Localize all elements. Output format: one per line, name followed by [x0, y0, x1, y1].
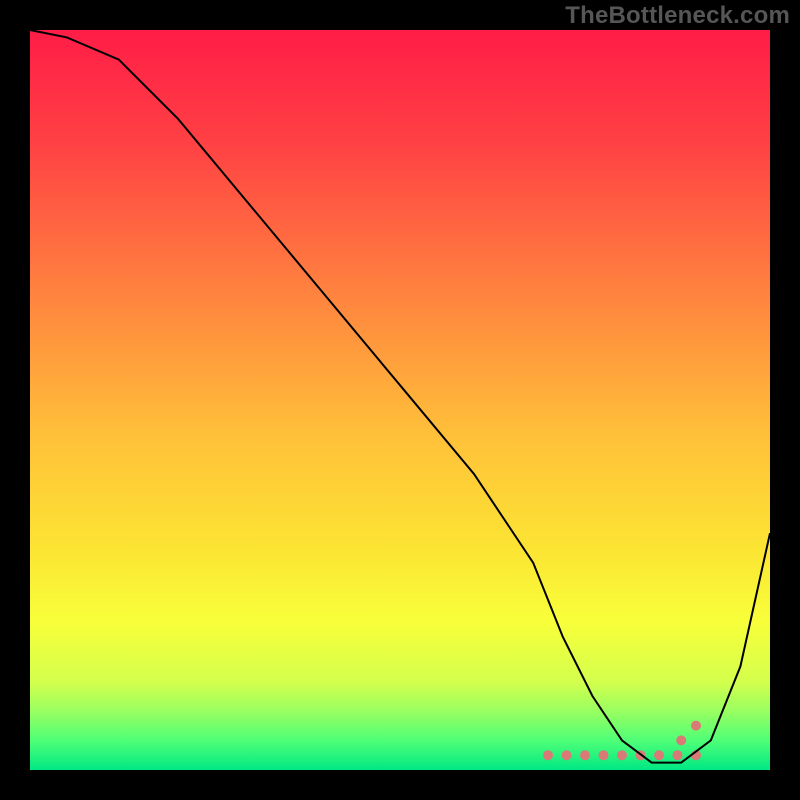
marker-dot	[543, 750, 553, 760]
marker-dot	[654, 750, 664, 760]
marker-dot	[673, 750, 683, 760]
marker-dot	[562, 750, 572, 760]
marker-dot	[580, 750, 590, 760]
marker-dot	[617, 750, 627, 760]
bottleneck-chart	[0, 0, 800, 800]
chart-container: TheBottleneck.com	[0, 0, 800, 800]
marker-dot	[691, 721, 701, 731]
marker-dot	[676, 735, 686, 745]
plot-background	[30, 30, 770, 770]
watermark-text: TheBottleneck.com	[565, 2, 790, 30]
marker-dot	[599, 750, 609, 760]
